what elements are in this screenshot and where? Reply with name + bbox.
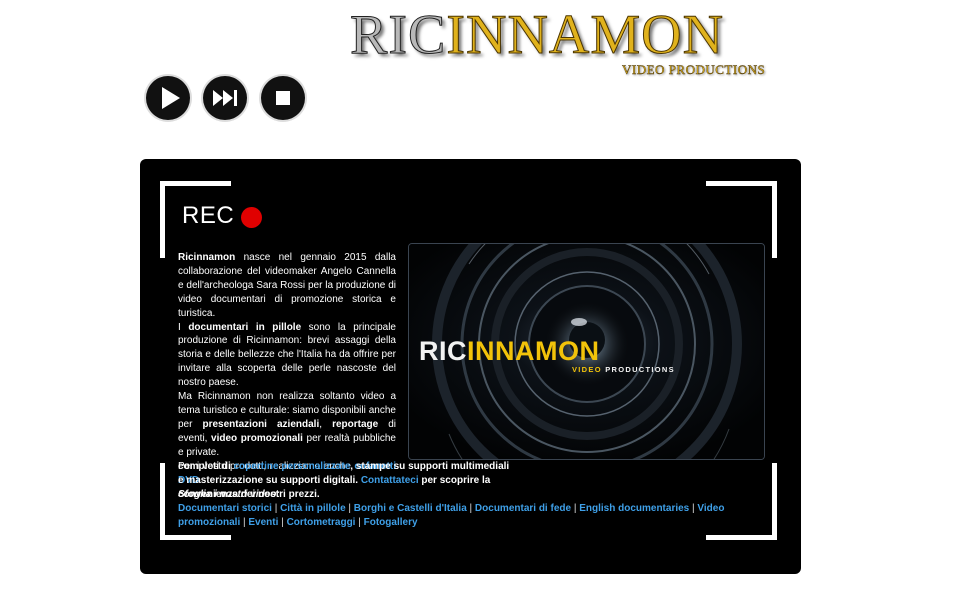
intro-paragraph-2: I documentari in pillole sono la princip… <box>178 321 396 391</box>
highlight-video-promozionali: video promozionali <box>211 432 303 444</box>
camera-lens-image: RICINNAMON VIDEO PRODUCTIONS <box>408 243 765 460</box>
highlight-reportage: reportage <box>332 418 379 430</box>
link-contattateci[interactable]: Contattateci <box>361 475 419 486</box>
play-icon <box>162 87 180 109</box>
link-copertine-personalizzate[interactable]: copertine personalizzate <box>234 461 351 472</box>
highlight-documentari: documentari in pillole <box>188 321 302 333</box>
rec-label: REC <box>182 202 235 229</box>
rec-dot-icon <box>241 207 262 228</box>
browse-link[interactable]: English documentaries <box>579 503 689 514</box>
browse-link[interactable]: Città in pillole <box>280 503 346 514</box>
link-separator: | <box>466 503 475 514</box>
browse-link[interactable]: Borghi e Castelli d'Italia <box>354 503 467 514</box>
skip-forward-icon <box>213 90 237 106</box>
highlight-presentazioni: presentazioni aziendali <box>202 418 320 430</box>
browse-link[interactable]: Eventi <box>248 517 278 528</box>
browse-title: Sfoglia i nostri video: <box>178 489 280 500</box>
browse-link[interactable]: Cortometraggi <box>287 517 356 528</box>
image-logo-subtitle: VIDEO PRODUCTIONS <box>572 365 675 374</box>
intro-text-2a: I <box>178 321 189 333</box>
image-logo-wordmark: RICINNAMON <box>419 336 600 366</box>
stop-icon <box>276 91 290 105</box>
site-logo[interactable]: RICINNAMON VIDEO PRODUCTIONS <box>349 2 808 84</box>
logo-wordmark: RICINNAMON <box>349 2 725 68</box>
intro-text-3b: , <box>319 418 333 430</box>
link-separator: | <box>571 503 580 514</box>
link-separator: | <box>345 503 354 514</box>
skip-forward-button[interactable] <box>203 76 247 120</box>
browse-link[interactable]: Documentari storici <box>178 503 272 514</box>
link-separator: | <box>271 503 281 514</box>
browse-link[interactable]: Fotogallery <box>364 517 418 528</box>
image-sub-part2: PRODUCTIONS <box>601 365 675 374</box>
image-logo-part1: RIC <box>419 336 467 366</box>
browse-link[interactable]: Documentari di fede <box>475 503 571 514</box>
brand-name: Ricinnamon <box>178 252 236 263</box>
closing-text-1: completi di <box>178 461 234 472</box>
intro-paragraph-3: Ma Ricinnamon non realizza soltanto vide… <box>178 390 396 460</box>
image-logo-part2: INNAMON <box>467 336 600 366</box>
video-panel: REC Ricinnamon nasce nel gennaio 2015 da… <box>140 159 801 574</box>
logo-subtitle: VIDEO PRODUCTIONS <box>622 62 766 77</box>
link-separator: | <box>355 517 364 528</box>
link-separator: | <box>278 517 287 528</box>
intro-paragraph-1: Ricinnamon nasce nel gennaio 2015 dalla … <box>178 251 396 321</box>
browse-links: Documentari storici | Città in pillole |… <box>178 502 768 530</box>
image-sub-part1: VIDEO <box>572 365 602 374</box>
intro-text: Ricinnamon nasce nel gennaio 2015 dalla … <box>178 251 396 487</box>
stop-button[interactable] <box>261 76 305 120</box>
play-button[interactable] <box>146 76 190 120</box>
logo-part-ric: RIC <box>349 4 447 67</box>
logo-part-innamon: INNAMON <box>446 4 725 67</box>
